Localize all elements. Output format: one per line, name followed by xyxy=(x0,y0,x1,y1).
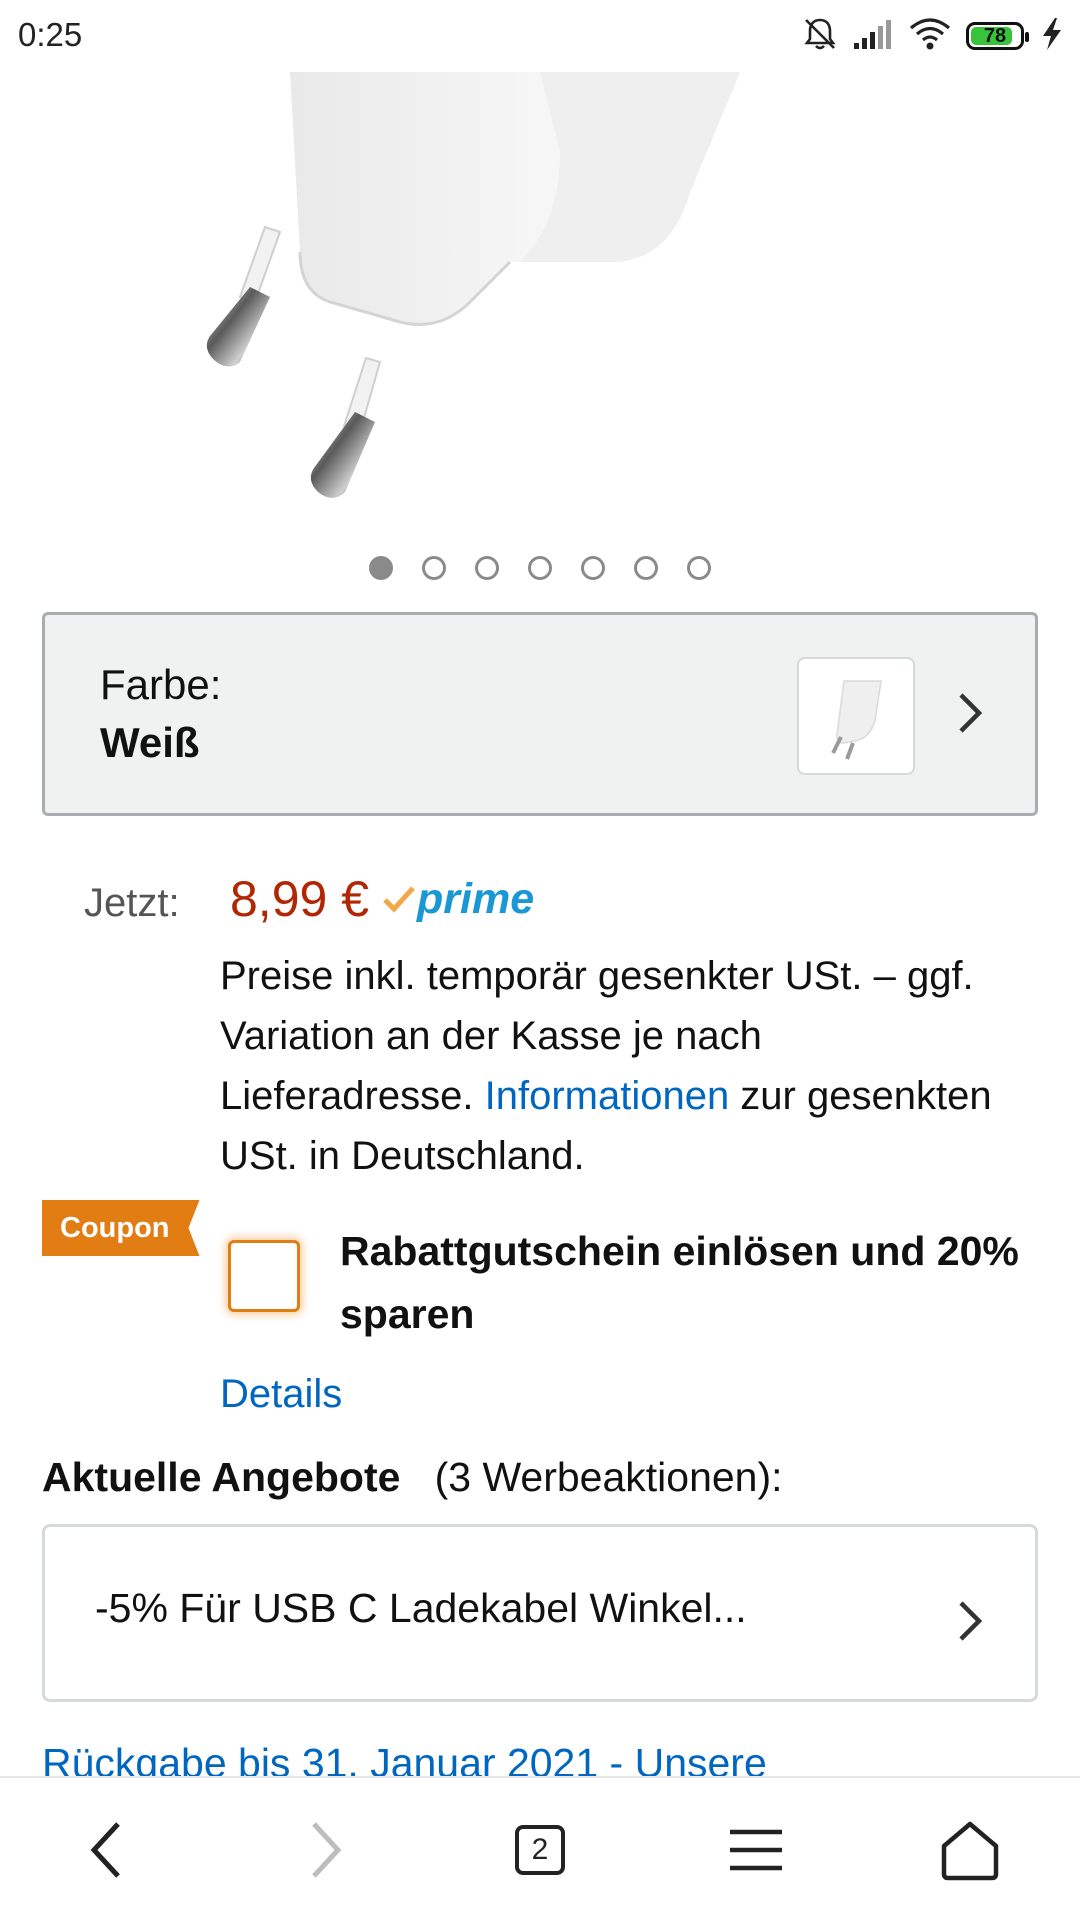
tabs-button[interactable]: 2 xyxy=(508,1818,572,1882)
price-label: Jetzt: xyxy=(84,881,180,925)
color-selector[interactable]: Farbe: Weiß xyxy=(42,612,1038,816)
carousel-dot-4[interactable] xyxy=(528,556,552,580)
tabs-icon: 2 xyxy=(515,1825,565,1875)
tab-count: 2 xyxy=(531,1833,549,1866)
carousel-dot-5[interactable] xyxy=(581,556,605,580)
price-row: Jetzt: 8,99 € prime xyxy=(84,870,534,930)
prime-badge: prime xyxy=(381,875,534,924)
cellular-signal-icon xyxy=(852,17,894,56)
tax-note: Preise inkl. temporär gesenkter USt. – g… xyxy=(220,946,1020,1186)
carousel-dot-6[interactable] xyxy=(634,556,658,580)
menu-icon xyxy=(730,1829,782,1871)
status-time: 0:25 xyxy=(18,16,83,53)
price-value: 8,99 € xyxy=(230,871,370,927)
image-carousel-dots xyxy=(0,556,1080,580)
offers-heading: Aktuelle Angebote (3 Werbeaktionen): xyxy=(42,1454,783,1501)
color-swatch-thumbnail[interactable] xyxy=(797,657,915,775)
offers-title: Aktuelle Angebote xyxy=(42,1454,401,1500)
battery-level: 78 xyxy=(983,24,1007,47)
coupon-text[interactable]: Rabattgutschein einlösen und 20% sparen xyxy=(340,1220,1040,1346)
home-icon xyxy=(941,1821,999,1881)
back-button[interactable] xyxy=(74,1818,138,1882)
carousel-dot-3[interactable] xyxy=(475,556,499,580)
back-icon xyxy=(90,1822,120,1878)
chevron-right-icon xyxy=(959,1601,983,1641)
carousel-dot-2[interactable] xyxy=(422,556,446,580)
coupon-details-link[interactable]: Details xyxy=(220,1372,342,1417)
menu-button[interactable] xyxy=(724,1818,788,1882)
home-button[interactable] xyxy=(938,1818,1002,1882)
bell-off-icon xyxy=(802,16,838,57)
offers-count: (3 Werbeaktionen): xyxy=(434,1454,783,1500)
status-bar: 0:25 78 xyxy=(0,0,1080,72)
product-image[interactable] xyxy=(0,72,1080,512)
coupon-badge: Coupon xyxy=(42,1200,200,1256)
battery-icon: 78 xyxy=(966,22,1029,50)
browser-bottom-nav: 2 xyxy=(0,1776,1080,1920)
prime-label: prime xyxy=(417,874,535,923)
wifi-icon xyxy=(908,16,952,57)
carousel-dot-7[interactable] xyxy=(687,556,711,580)
carousel-dot-1[interactable] xyxy=(369,556,393,580)
color-value: Weiß xyxy=(100,719,200,766)
forward-button[interactable] xyxy=(294,1818,358,1882)
color-label: Farbe: xyxy=(100,661,222,708)
offer-card[interactable]: -5% Für USB C Ladekabel Winkel... xyxy=(42,1524,1038,1702)
chevron-right-icon xyxy=(959,693,983,733)
tax-info-link[interactable]: Informationen xyxy=(485,1074,730,1118)
status-icons: 78 xyxy=(802,14,1066,58)
forward-icon xyxy=(312,1822,342,1878)
offer-text: -5% Für USB C Ladekabel Winkel... xyxy=(95,1585,747,1631)
coupon-checkbox[interactable] xyxy=(228,1240,300,1312)
charging-bolt-icon xyxy=(1038,16,1066,57)
prime-check-icon xyxy=(383,886,415,913)
